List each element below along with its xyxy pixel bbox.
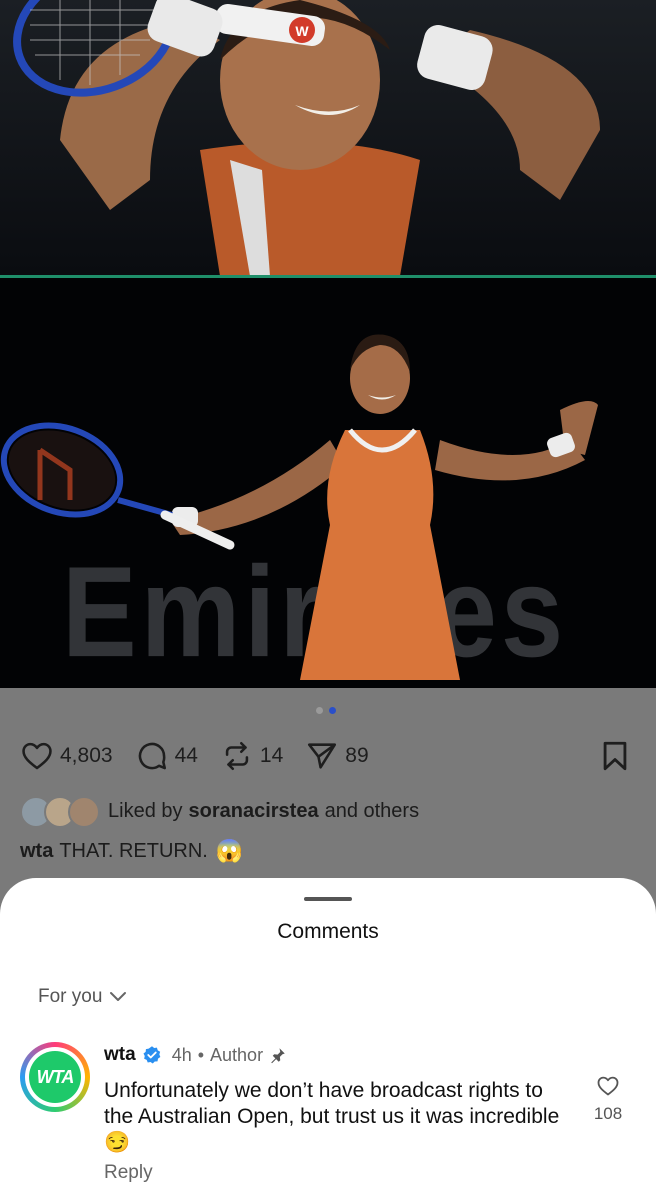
heart-icon — [597, 1076, 619, 1096]
avatar — [68, 796, 100, 828]
share-count: 89 — [345, 744, 369, 767]
verified-badge-icon — [143, 1046, 161, 1064]
caption-text: THAT. RETURN. — [59, 839, 208, 862]
send-icon — [308, 743, 337, 769]
repost-count: 14 — [259, 744, 284, 767]
reply-button[interactable]: Reply — [104, 1162, 153, 1184]
comment-username[interactable]: wta — [104, 1044, 136, 1066]
comment-like-button[interactable]: 108 — [588, 1074, 628, 1124]
repost-button[interactable]: 14 — [220, 739, 283, 773]
sheet-drag-handle[interactable] — [304, 897, 352, 901]
comment-text: Unfortunately we don’t have broadcast ri… — [104, 1079, 560, 1128]
comment-body: Unfortunately we don’t have broadcast ri… — [104, 1078, 574, 1156]
sheet-title: Comments — [277, 920, 379, 943]
post-image-carousel[interactable]: W Emirates — [0, 0, 656, 688]
sort-label: For you — [38, 986, 103, 1007]
player-celebration-illustration: W — [13, 0, 600, 276]
repost-icon — [225, 741, 249, 771]
player-celebration-photo: W — [0, 0, 656, 276]
comments-sheet: Comments For you WTA wta 4h • Author Unf… — [0, 878, 656, 1200]
liker-avatars — [20, 796, 100, 828]
like-count: 4,803 — [60, 744, 113, 767]
comment-count: 44 — [174, 744, 198, 767]
liked-by-row[interactable]: Liked by soranacirstea and others — [20, 796, 420, 828]
save-button[interactable] — [598, 738, 632, 779]
pin-icon — [271, 1048, 285, 1064]
separator-dot: • — [197, 1044, 205, 1065]
wta-logo: WTA — [29, 1051, 81, 1103]
comment-like-count: 108 — [593, 1104, 623, 1123]
liked-by-suffix: and others — [324, 799, 420, 822]
author-label: Author — [210, 1044, 264, 1065]
comment-header: wta 4h • Author — [104, 1044, 287, 1066]
like-button[interactable]: 4,803 — [20, 739, 113, 773]
heart-icon — [22, 742, 52, 770]
carousel-dot-active[interactable] — [329, 707, 336, 714]
caption-username[interactable]: wta — [20, 840, 53, 863]
bookmark-icon — [603, 741, 627, 771]
carousel-dot[interactable] — [316, 707, 323, 714]
shocked-emoji: 😱 — [215, 838, 244, 863]
liked-by-user[interactable]: soranacirstea — [189, 800, 319, 823]
chevron-down-icon — [110, 992, 127, 1001]
comment-icon — [138, 742, 166, 770]
player-full-photo: Emirates — [0, 278, 656, 688]
post-action-bar: 4,803 44 14 89 — [20, 736, 636, 776]
share-button[interactable]: 89 — [305, 739, 369, 773]
carousel-indicator — [316, 707, 336, 714]
comment-time: 4h — [171, 1044, 192, 1065]
comment-sort-dropdown[interactable]: For you — [38, 986, 128, 1008]
player-full-illustration — [0, 334, 598, 680]
svg-text:W: W — [295, 23, 309, 39]
avatar[interactable]: WTA — [20, 1042, 90, 1112]
liked-by-prefix: Liked by — [108, 799, 183, 822]
comment-button[interactable]: 44 — [135, 739, 198, 773]
smirk-emoji: 😏 — [104, 1131, 131, 1154]
post-caption: wta THAT. RETURN. 😱 — [20, 838, 243, 864]
